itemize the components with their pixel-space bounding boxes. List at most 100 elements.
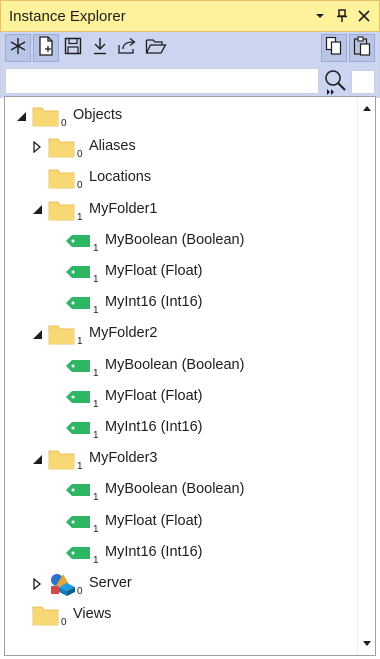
- collapsed-triangle-icon[interactable]: [31, 578, 43, 590]
- tree-item-label: MyFolder3: [89, 450, 158, 467]
- item-count-badge: 1: [93, 274, 99, 285]
- item-count-badge: 1: [77, 336, 83, 348]
- tag-icon: [63, 228, 93, 254]
- item-count-badge: 1: [93, 430, 99, 441]
- expanded-triangle-icon[interactable]: [15, 110, 27, 122]
- tree-row[interactable]: 1 MyFolder2: [5, 319, 357, 349]
- tree-container: 0 Objects 0 Aliases 0 Locations 1 MyFolder1 1 MyB…: [5, 97, 357, 655]
- dropdown-arrow-icon[interactable]: [311, 6, 329, 26]
- pin-icon[interactable]: [333, 6, 351, 26]
- item-count-badge: 0: [61, 118, 67, 129]
- item-count-badge: 0: [77, 149, 83, 161]
- tree-item-label: MyFloat (Float): [105, 512, 203, 529]
- tree-item-label: MyBoolean (Boolean): [105, 231, 245, 248]
- copy-icon: [325, 36, 343, 61]
- tag-icon: [63, 540, 93, 566]
- tree-row[interactable]: 0 Objects: [5, 101, 357, 131]
- save-icon: [64, 37, 82, 60]
- tree-view: 0 Objects 0 Aliases 0 Locations 1 MyFolder1 1 MyB…: [4, 96, 376, 656]
- tree-row[interactable]: 1 MyBoolean (Boolean): [5, 351, 357, 381]
- tree-row[interactable]: 1 MyBoolean (Boolean): [5, 475, 357, 505]
- tree-row[interactable]: 1 MyFolder1: [5, 195, 357, 225]
- tag-icon: [63, 259, 93, 285]
- tree-item-label: MyBoolean (Boolean): [105, 356, 245, 373]
- new-instance-button[interactable]: [5, 34, 31, 62]
- tree-row[interactable]: 1 MyBoolean (Boolean): [5, 226, 357, 256]
- tree-row[interactable]: 1 MyInt16 (Int16): [5, 413, 357, 443]
- item-count-badge: 1: [93, 398, 99, 410]
- tag-icon: [63, 353, 93, 379]
- server-shapes-icon: [47, 571, 77, 597]
- tree-row[interactable]: 0 Locations: [5, 163, 357, 193]
- tree-row[interactable]: 1 MyFolder3: [5, 444, 357, 474]
- tree-item-label: MyInt16 (Int16): [105, 543, 203, 560]
- tree-item-label: Aliases: [89, 138, 136, 155]
- toolbar: [0, 32, 380, 64]
- save-button[interactable]: [61, 34, 85, 62]
- tree-row[interactable]: 1 MyInt16 (Int16): [5, 538, 357, 568]
- tag-icon: [63, 415, 93, 441]
- item-count-badge: 1: [93, 367, 99, 379]
- open-folder-button[interactable]: [143, 34, 169, 62]
- scroll-down-arrow-icon[interactable]: [358, 635, 375, 653]
- tree-row[interactable]: 1 MyFloat (Float): [5, 507, 357, 537]
- tree-item-label: Objects: [73, 107, 123, 123]
- tree-item-label: MyBoolean (Boolean): [105, 481, 245, 498]
- tree-row[interactable]: 0 Views: [5, 600, 357, 630]
- item-count-badge: 0: [61, 617, 67, 629]
- tree-row[interactable]: 1 MyFloat (Float): [5, 382, 357, 412]
- new-file-button[interactable]: [33, 34, 59, 62]
- tree-row[interactable]: 0 Aliases: [5, 132, 357, 162]
- tree-item-label: MyFolder1: [89, 200, 158, 217]
- asterisk-icon: [9, 37, 27, 60]
- folder-icon: [31, 602, 61, 628]
- folder-icon: [47, 446, 77, 472]
- item-count-badge: 1: [77, 461, 83, 473]
- item-count-badge: 1: [93, 492, 99, 504]
- tree-row[interactable]: 0 Server: [5, 569, 357, 599]
- tree-row[interactable]: 1 MyInt16 (Int16): [5, 288, 357, 318]
- folder-icon: [47, 165, 77, 191]
- share-export-icon: [117, 37, 139, 60]
- close-icon[interactable]: [355, 6, 373, 26]
- tree-item-label: Server: [89, 575, 132, 591]
- search-button[interactable]: [323, 68, 349, 96]
- vertical-scrollbar[interactable]: [357, 97, 375, 655]
- window-title: Instance Explorer: [9, 7, 126, 25]
- expanded-triangle-icon[interactable]: [31, 204, 43, 216]
- paste-icon: [353, 35, 371, 61]
- folder-icon: [31, 103, 61, 129]
- item-count-badge: 1: [93, 523, 99, 535]
- expanded-triangle-icon[interactable]: [31, 328, 43, 340]
- expanded-triangle-icon[interactable]: [31, 453, 43, 465]
- folder-icon: [47, 321, 77, 347]
- item-count-badge: 1: [77, 211, 83, 223]
- collapsed-triangle-icon[interactable]: [31, 141, 43, 154]
- scroll-up-arrow-icon[interactable]: [358, 99, 375, 117]
- tree-item-label: Locations: [89, 169, 152, 186]
- new-document-icon: [37, 35, 55, 61]
- instance-explorer-window: Instance Explorer 0 Objects 0 Aliases 0 …: [0, 0, 380, 659]
- tag-icon: [63, 509, 93, 535]
- item-count-badge: 1: [93, 554, 99, 566]
- export-button[interactable]: [115, 34, 141, 62]
- copy-button[interactable]: [321, 34, 347, 62]
- item-count-badge: 0: [77, 180, 83, 192]
- open-folder-icon: [145, 37, 167, 60]
- tree-item-label: MyFloat (Float): [105, 263, 203, 279]
- tag-icon: [63, 290, 93, 316]
- item-count-badge: 1: [93, 305, 99, 317]
- search-options-box[interactable]: [351, 70, 375, 94]
- item-count-badge: 1: [93, 242, 99, 254]
- download-button[interactable]: [88, 34, 112, 62]
- tree-item-label: MyInt16 (Int16): [105, 419, 203, 435]
- tree-row[interactable]: 1 MyFloat (Float): [5, 257, 357, 287]
- paste-button[interactable]: [349, 34, 375, 62]
- tree-item-label: Views: [73, 606, 112, 623]
- search-bar: [0, 64, 380, 98]
- tree-item-label: MyFolder2: [89, 325, 158, 342]
- item-count-badge: 0: [77, 586, 83, 597]
- search-input[interactable]: [5, 68, 319, 94]
- title-bar: Instance Explorer: [0, 0, 380, 32]
- tree-item-label: MyInt16 (Int16): [105, 294, 203, 311]
